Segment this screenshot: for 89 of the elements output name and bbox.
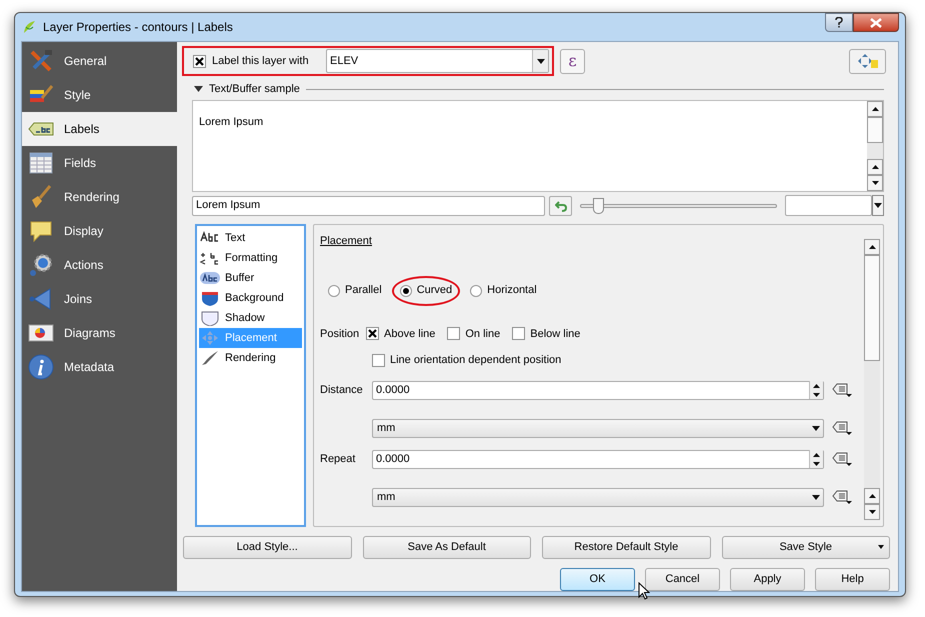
settings-button[interactable] [849,48,886,74]
shadow-icon [199,310,221,326]
tab-list-item[interactable]: Shadow [199,308,302,328]
checkbox-label: On line [465,326,500,342]
tab-list-item[interactable]: Background [199,288,302,308]
data-defined-icon[interactable] [831,451,853,467]
checkbox-label: Label this layer with [212,54,310,69]
checkbox[interactable] [447,327,460,340]
panel-heading: Placement [320,234,372,249]
radio-option[interactable]: Parallel [320,276,390,306]
tab-list-item[interactable]: Buffer [199,268,302,288]
sidebar-item[interactable]: Display [22,214,177,248]
mouse-cursor-icon [638,582,650,600]
number-field[interactable]: 0.0000 [372,450,824,468]
unit-combo[interactable]: mm [372,418,824,438]
slider-thumb[interactable] [593,198,604,214]
help-icon [835,17,843,28]
unit-combo[interactable]: mm [372,488,824,506]
info-icon [28,354,54,380]
field-combo[interactable]: ELEV [326,49,549,73]
sidebar-item[interactable]: Actions [22,248,177,282]
number-field[interactable]: 0.0000 [372,380,824,400]
preview-text: Lorem Ipsum [199,115,264,128]
caret-icon [812,494,820,500]
dialog-button[interactable]: OK [560,568,635,591]
radio-option[interactable]: Horizontal [462,276,545,306]
tools-icon [28,48,54,74]
data-defined-icon[interactable] [831,489,853,505]
sidebar-item[interactable]: Labels [22,112,177,146]
table-icon [28,150,54,176]
dialog-button[interactable]: Help [815,568,890,591]
tab-list-item[interactable]: Formatting [199,248,302,268]
tab-list-item[interactable]: Rendering [199,348,302,368]
scrollbar[interactable] [867,101,883,191]
arrow-down-icon [872,181,878,185]
sidebar-item[interactable]: Diagrams [22,316,177,350]
checkbox[interactable] [366,327,379,340]
formatting-icon [199,250,221,266]
close-button[interactable] [853,13,899,32]
style-button[interactable]: Restore Default Style [542,536,710,559]
checkbox-label: Line orientation dependent position [390,353,562,368]
style-button[interactable]: Save Style [722,536,890,559]
collapse-triangle-icon[interactable] [194,86,203,92]
arrow-up-icon [868,494,876,498]
caret-icon [874,203,882,208]
field-label: Repeat [320,452,356,467]
tab-list-item[interactable]: Text [199,228,302,248]
style-button[interactable]: Load Style... [183,536,352,559]
window-title: Layer Properties - contours | Labels [43,19,233,36]
field-label: Position [320,326,360,342]
undo-arrow-icon [554,200,567,212]
sidebar-item[interactable]: Rendering [22,180,177,214]
checkbox[interactable] [193,54,206,68]
expression-button[interactable]: ε [560,48,585,74]
dialog-button[interactable]: Cancel [645,568,720,591]
checkbox[interactable] [372,354,385,367]
buffer-icon [199,270,221,286]
arrow-down-icon [868,510,876,514]
gear-icon [28,252,54,278]
checkbox-label: Below line [530,326,580,342]
arrow-up-icon [872,165,878,169]
sidebar-item[interactable]: Joins [22,282,177,316]
checkbox[interactable] [512,327,526,340]
dialog-button[interactable]: Apply [730,568,805,591]
close-icon [870,18,882,28]
arrow-up-icon [872,107,878,111]
style-button[interactable]: Save As Default [362,536,531,559]
radio-option[interactable]: Curved [392,276,460,306]
sample-text-field[interactable]: Lorem Ipsum [192,196,546,216]
caret-icon [812,426,820,430]
spin-buttons[interactable] [809,450,823,468]
app-logo-icon [21,19,37,35]
sidebar-item[interactable]: General [22,44,177,78]
move-arrows-icon [856,53,878,69]
scrollbar[interactable] [864,239,880,520]
caret-icon [536,58,544,64]
reset-button[interactable] [549,196,572,216]
sidebar-item[interactable]: Fields [22,146,177,180]
help-button[interactable] [825,13,853,32]
sidebar-item[interactable]: Metadata [22,350,177,384]
shield-icon [199,290,221,306]
sidebar-item[interactable]: Style [22,78,177,112]
arrow-up-icon [868,245,876,249]
field-label: Distance [320,382,364,398]
section-heading: Text/Buffer sample [209,82,300,97]
checkbox-label: Above line [384,326,436,342]
data-defined-icon[interactable] [831,382,853,398]
data-defined-icon[interactable] [831,420,853,436]
spin-buttons[interactable] [809,381,823,399]
